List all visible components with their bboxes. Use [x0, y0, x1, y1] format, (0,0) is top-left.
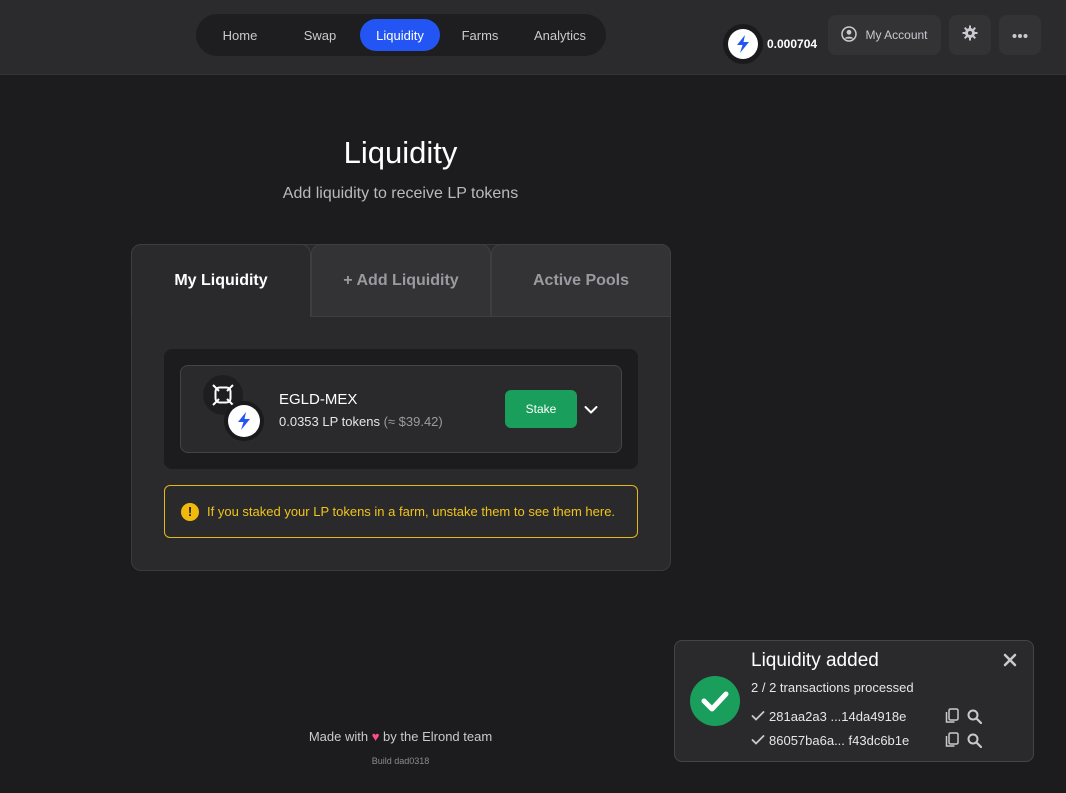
- nav-home[interactable]: Home: [200, 19, 280, 51]
- stake-button[interactable]: Stake: [505, 390, 577, 428]
- search-icon[interactable]: [967, 732, 983, 748]
- check-icon: [751, 710, 765, 722]
- tab-add-liquidity[interactable]: + Add Liquidity: [311, 244, 491, 317]
- nav-farms[interactable]: Farms: [440, 19, 520, 51]
- mex-lightning-icon: [224, 401, 264, 441]
- more-options-button[interactable]: [999, 15, 1041, 55]
- lp-usd-value: (≈ $39.42): [383, 414, 443, 429]
- toast-title: Liquidity added: [751, 650, 879, 671]
- tab-active-pools[interactable]: Active Pools: [491, 244, 671, 317]
- transaction-row: 281aa2a3 ...14da4918e: [751, 707, 983, 725]
- close-icon[interactable]: [1002, 652, 1018, 668]
- page-title: Liquidity: [343, 135, 458, 170]
- nav-liquidity[interactable]: Liquidity: [360, 19, 440, 51]
- more-dots-icon: [1012, 26, 1028, 44]
- user-icon: [841, 25, 858, 45]
- copy-icon[interactable]: [945, 708, 961, 724]
- page-subtitle: Add liquidity to receive LP tokens: [282, 185, 519, 202]
- toast-subtitle: 2 / 2 transactions processed: [751, 680, 914, 695]
- gear-icon: [962, 25, 978, 46]
- footer-made-suffix: by the Elrond team: [383, 729, 493, 744]
- nav-analytics[interactable]: Analytics: [520, 19, 600, 51]
- footer-made-prefix: Made with: [308, 729, 369, 744]
- warning-icon: !: [181, 502, 199, 521]
- transaction-hash: 86057ba6a... f43dc6b1e: [769, 732, 910, 748]
- success-check-icon: [690, 676, 740, 726]
- lp-amount-value: 0.0353 LP tokens: [279, 414, 380, 429]
- my-account-button[interactable]: My Account: [828, 15, 941, 55]
- nav-swap[interactable]: Swap: [280, 19, 360, 51]
- check-icon: [751, 734, 765, 746]
- top-header: Home Swap Liquidity Farms Analytics 0.00…: [0, 0, 1066, 75]
- transaction-hash: 281aa2a3 ...14da4918e: [769, 708, 907, 724]
- my-account-label: My Account: [865, 28, 928, 42]
- warning-text: If you staked your LP tokens in a farm, …: [207, 504, 616, 519]
- copy-icon[interactable]: [945, 732, 961, 748]
- heart-icon: ♥: [371, 729, 380, 744]
- transaction-row: 86057ba6a... f43dc6b1e: [751, 731, 983, 749]
- staked-warning: ! If you staked your LP tokens in a farm…: [164, 485, 638, 538]
- mex-balance: 0.000704: [723, 24, 817, 64]
- chevron-down-icon[interactable]: [583, 402, 599, 418]
- search-icon[interactable]: [967, 708, 983, 724]
- balance-value: 0.000704: [767, 37, 818, 51]
- tab-my-liquidity[interactable]: My Liquidity: [131, 244, 311, 317]
- pool-lp-amount: 0.0353 LP tokens (≈ $39.42): [279, 414, 443, 429]
- settings-button[interactable]: [949, 15, 991, 55]
- main-nav: Home Swap Liquidity Farms Analytics: [196, 14, 606, 56]
- pool-pair-name: EGLD-MEX: [279, 391, 358, 408]
- mex-lightning-icon: [723, 24, 763, 64]
